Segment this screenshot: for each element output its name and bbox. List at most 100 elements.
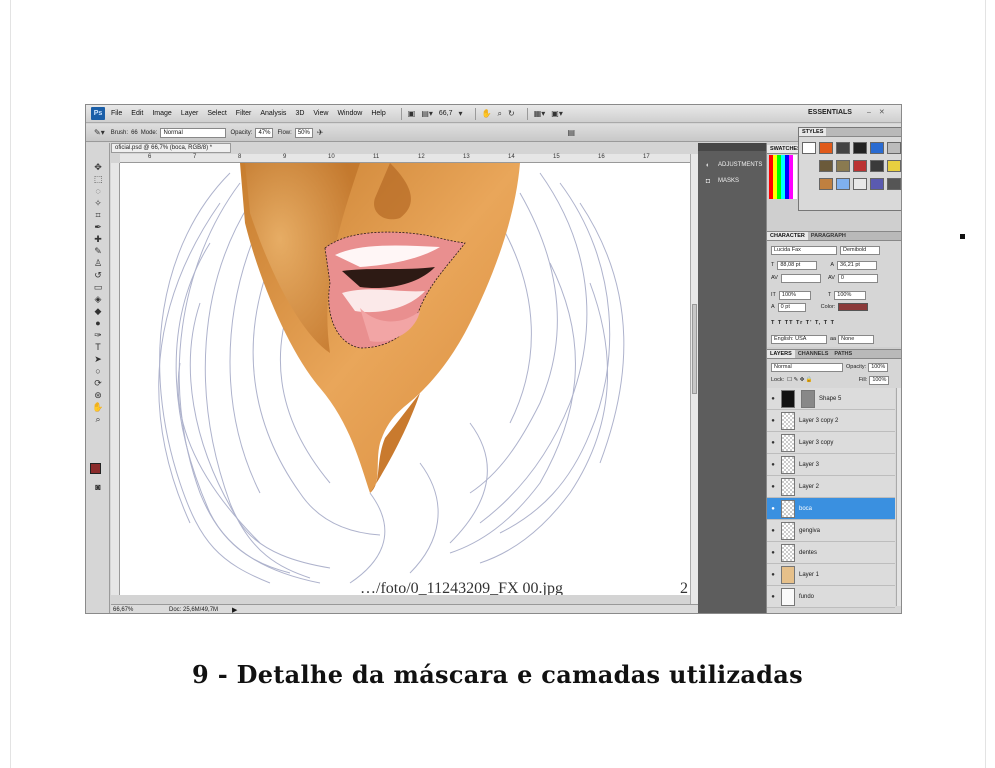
font-family-select[interactable]: Lucida Fax: [771, 245, 837, 255]
layer-opacity-field[interactable]: 100%: [868, 362, 889, 372]
style-swatch[interactable]: [802, 142, 816, 154]
tab-styles[interactable]: STYLES: [799, 128, 827, 136]
layer-row[interactable]: ● fundo: [767, 586, 895, 608]
zoom-level[interactable]: 66,7: [439, 110, 453, 117]
style-swatch[interactable]: [853, 160, 867, 172]
layer-row[interactable]: ● Layer 3: [767, 454, 895, 476]
style-swatch[interactable]: [887, 178, 901, 190]
brush-size[interactable]: 66: [131, 130, 138, 136]
style-swatch[interactable]: [870, 178, 884, 190]
menu-file[interactable]: File: [111, 110, 122, 117]
layer-row[interactable]: ● Layer 1: [767, 564, 895, 586]
text-color-swatch[interactable]: [838, 303, 869, 311]
visibility-eye-icon[interactable]: ●: [767, 462, 779, 468]
window-controls[interactable]: – ✕: [867, 108, 888, 116]
style-swatch[interactable]: [853, 142, 867, 154]
tracking-field[interactable]: 0: [837, 273, 878, 283]
layer-row[interactable]: ● Layer 2: [767, 476, 895, 498]
tab-channels[interactable]: CHANNELS: [795, 350, 832, 358]
3d-orbit-tool-icon[interactable]: ⊛: [86, 389, 110, 401]
hand-tool-icon[interactable]: ✋: [86, 401, 110, 413]
menu-select[interactable]: Select: [207, 110, 226, 117]
antialias-select[interactable]: None: [838, 334, 875, 344]
swatches-grid[interactable]: [769, 155, 797, 199]
layer-fill-field[interactable]: 100%: [869, 375, 890, 385]
canvas-vertical-scrollbar[interactable]: [690, 154, 698, 604]
style-swatch[interactable]: [887, 142, 901, 154]
layer-row[interactable]: ● gengiva: [767, 520, 895, 542]
rotate-view-icon[interactable]: ↻: [508, 109, 515, 118]
style-swatch[interactable]: [853, 178, 867, 190]
mode-select[interactable]: Normal: [160, 127, 227, 138]
brush-tool-icon[interactable]: ✎: [86, 245, 110, 257]
history-brush-tool-icon[interactable]: ↺: [86, 269, 110, 281]
blend-mode-select[interactable]: Normal: [771, 362, 843, 372]
layer-row[interactable]: ● dentes: [767, 542, 895, 564]
arrange-documents-icon[interactable]: ▦▾: [534, 109, 546, 118]
menu-3d[interactable]: 3D: [295, 110, 304, 117]
document-tab[interactable]: oficial.psd @ 66,7% (boca, RGB/8) *: [111, 143, 231, 153]
eyedropper-tool-icon[interactable]: ✒: [86, 221, 110, 233]
visibility-eye-icon[interactable]: ●: [767, 484, 779, 490]
brush-panel-icon[interactable]: ▤: [568, 128, 576, 137]
font-style-select[interactable]: Demibold: [840, 245, 880, 255]
dodge-tool-icon[interactable]: ●: [86, 317, 110, 329]
horizontal-scale-field[interactable]: 100%: [834, 290, 867, 300]
language-select[interactable]: English: USA: [771, 334, 827, 344]
path-selection-tool-icon[interactable]: ➤: [86, 353, 110, 365]
style-swatch[interactable]: [887, 160, 901, 172]
status-doc-size[interactable]: Doc: 25,6M/49,7M: [169, 607, 218, 613]
tab-character[interactable]: CHARACTER: [767, 232, 808, 240]
menu-layer[interactable]: Layer: [181, 110, 199, 117]
menu-window[interactable]: Window: [337, 110, 362, 117]
menu-analysis[interactable]: Analysis: [260, 110, 286, 117]
type-style-buttons[interactable]: T T TT Tr T' T, T T: [771, 318, 835, 328]
quick-selection-tool-icon[interactable]: ✧: [86, 197, 110, 209]
visibility-eye-icon[interactable]: ●: [767, 528, 779, 534]
zoom-dropdown-icon[interactable]: ▾: [459, 109, 463, 118]
workspace-switcher[interactable]: ESSENTIALS: [808, 109, 852, 116]
visibility-eye-icon[interactable]: ●: [767, 506, 779, 512]
baseline-shift-field[interactable]: 0 pt: [777, 302, 806, 312]
layer-row[interactable]: ● Shape 5: [767, 388, 895, 410]
visibility-eye-icon[interactable]: ●: [767, 418, 779, 424]
airbrush-icon[interactable]: ✈: [317, 128, 324, 137]
flow-field[interactable]: 50%: [294, 127, 313, 138]
style-swatch[interactable]: [836, 160, 850, 172]
layers-scrollbar[interactable]: [896, 388, 901, 606]
canvas-scroll-thumb[interactable]: [692, 304, 697, 394]
zoom-tool-icon[interactable]: ⌕: [498, 109, 502, 119]
vertical-scale-field[interactable]: 100%: [778, 290, 811, 300]
crop-tool-icon[interactable]: ⌗: [86, 209, 110, 221]
dock-header[interactable]: [698, 143, 766, 151]
blur-tool-icon[interactable]: ◆: [86, 305, 110, 317]
gradient-tool-icon[interactable]: ◈: [86, 293, 110, 305]
style-swatch[interactable]: [836, 142, 850, 154]
healing-brush-tool-icon[interactable]: ✚: [86, 233, 110, 245]
font-size-field[interactable]: 88,08 pt: [777, 260, 818, 270]
layer-row-selected[interactable]: ● boca: [767, 498, 895, 520]
view-extras-icon[interactable]: ▤▾: [421, 109, 433, 118]
quick-mask-icon[interactable]: ◙: [86, 481, 110, 493]
tab-paths[interactable]: PATHS: [831, 350, 855, 358]
menu-edit[interactable]: Edit: [131, 110, 143, 117]
document-canvas[interactable]: …/foto/0_11243209_FX 00.jpg 2: [120, 163, 690, 595]
style-swatch[interactable]: [870, 142, 884, 154]
menu-image[interactable]: Image: [152, 110, 171, 117]
style-swatch[interactable]: [870, 160, 884, 172]
eraser-tool-icon[interactable]: ▭: [86, 281, 110, 293]
style-swatch[interactable]: [819, 178, 833, 190]
style-swatch[interactable]: [836, 178, 850, 190]
tab-paragraph[interactable]: PARAGRAPH: [808, 232, 849, 240]
screen-mode-icon[interactable]: ▣▾: [551, 109, 563, 118]
move-tool-icon[interactable]: ✥: [86, 161, 110, 173]
visibility-eye-icon[interactable]: ●: [767, 550, 779, 556]
opacity-field[interactable]: 47%: [255, 127, 274, 138]
adjustments-panel-button[interactable]: ◐ ADJUSTMENTS: [698, 157, 766, 173]
status-zoom-field[interactable]: 66,67%: [111, 607, 141, 613]
tab-layers[interactable]: LAYERS: [767, 350, 795, 358]
hand-tool-icon[interactable]: ✋: [482, 109, 492, 118]
status-arrow-icon[interactable]: ▶: [232, 606, 237, 613]
layer-row[interactable]: ● Layer 3 copy: [767, 432, 895, 454]
kerning-field[interactable]: [780, 273, 821, 283]
